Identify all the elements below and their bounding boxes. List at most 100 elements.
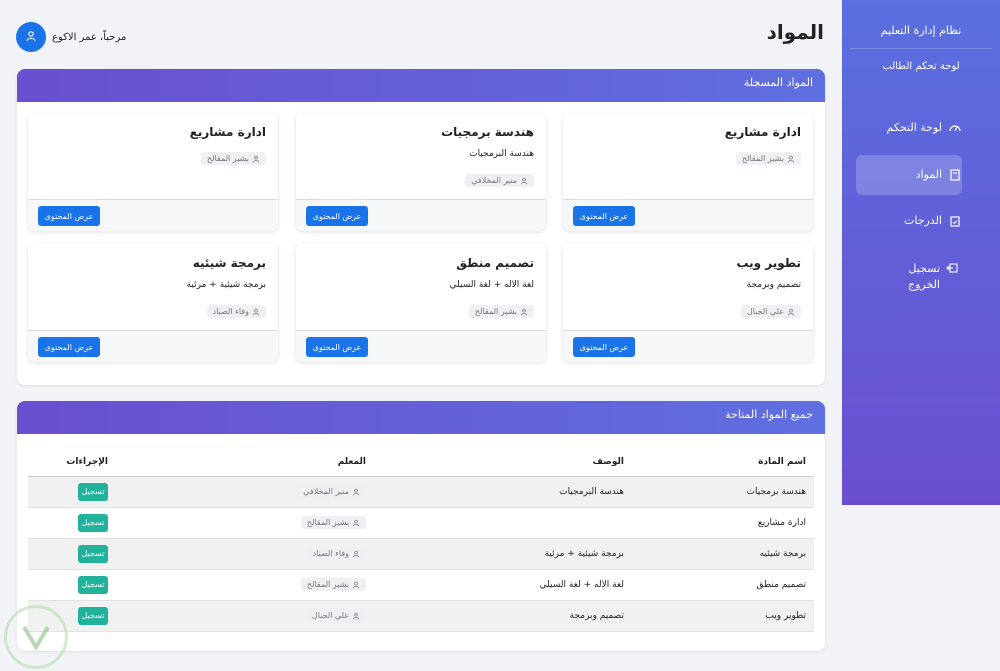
user-icon bbox=[517, 307, 528, 316]
actions-cell: تسجيل bbox=[28, 507, 116, 539]
user-icon bbox=[25, 30, 37, 45]
table-row: ادارة مشاريع بشير المقالح تسجيل bbox=[28, 507, 814, 539]
table-row: برمجة شيئيه برمجة شيئية + مرئية وفاء الصيا… bbox=[28, 538, 814, 570]
user-greeting: مرحباً، عمر الاكوع bbox=[16, 22, 126, 52]
column-header: المعلم bbox=[116, 448, 374, 477]
teacher-name: علي الجبال bbox=[311, 611, 349, 620]
teacher-badge: وفاء الصياد bbox=[206, 305, 266, 318]
teacher-badge: بشير المقالح bbox=[200, 152, 266, 165]
teacher-name: بشير المقالح bbox=[474, 307, 517, 316]
subject-name: تصميم منطق bbox=[632, 569, 814, 601]
view-content-button[interactable]: عرض المحتوى bbox=[573, 337, 635, 357]
view-content-button[interactable]: عرض المحتوى bbox=[306, 206, 368, 226]
sidebar-item-label: الدرجات bbox=[903, 214, 942, 227]
subject-card: هندسة برمجيات هندسة البرمجيات منير المخلاف… bbox=[296, 113, 546, 231]
card-description: برمجة شيئية + مرئية bbox=[186, 280, 266, 290]
teacher-name: منير المخلافي bbox=[471, 176, 517, 185]
table-row: تطوير ويب تصميم وبرمجة علي الجبال تسجيل bbox=[28, 600, 814, 632]
teacher-badge: بشير المقالح bbox=[468, 305, 534, 318]
user-icon bbox=[349, 518, 360, 527]
avatar[interactable] bbox=[16, 22, 46, 52]
view-content-button[interactable]: عرض المحتوى bbox=[38, 206, 100, 226]
teacher-name: بشير المقالح bbox=[306, 518, 349, 527]
registered-subjects-panel: المواد المسجلة ادارة مشاريع بشير المقالح ع… bbox=[17, 69, 825, 385]
subject-description: هندسة البرمجيات bbox=[374, 476, 632, 508]
register-button[interactable]: تسجيل bbox=[78, 544, 108, 563]
column-header: الوصف bbox=[374, 448, 632, 477]
actions-cell: تسجيل bbox=[28, 538, 116, 570]
teacher-name: بشير المقالح bbox=[306, 580, 349, 589]
card-footer: عرض المحتوى bbox=[563, 199, 813, 231]
user-icon bbox=[349, 487, 360, 496]
card-footer: عرض المحتوى bbox=[28, 199, 278, 231]
card-title: ادارة مشاريع bbox=[189, 125, 266, 139]
sidebar-item-label: لوحة التحكم bbox=[886, 121, 942, 134]
teacher-cell: بشير المقالح bbox=[116, 507, 374, 539]
available-subjects-panel: جميع المواد المتاحة اسم المادة الوصف الم… bbox=[17, 401, 825, 651]
subject-name: هندسة برمجيات bbox=[632, 476, 814, 508]
subject-description: لغة الاله + لغة السيلي bbox=[374, 569, 632, 601]
user-icon bbox=[349, 580, 360, 589]
card-title: ادارة مشاريع bbox=[724, 125, 801, 139]
user-icon bbox=[784, 307, 795, 316]
register-button[interactable]: تسجيل bbox=[78, 575, 108, 594]
teacher-badge: منير المخلافي bbox=[465, 174, 534, 187]
table-header-row: اسم المادة الوصف المعلم الإجراءات bbox=[28, 448, 814, 477]
user-icon bbox=[249, 154, 260, 163]
sidebar-item-subjects[interactable]: المواد bbox=[856, 168, 962, 182]
view-content-button[interactable]: عرض المحتوى bbox=[573, 206, 635, 226]
teacher-badge: وفاء الصياد bbox=[306, 547, 366, 560]
subject-card: برمجة شيئيه برمجة شيئية + مرئية وفاء الصيا… bbox=[28, 244, 278, 362]
subject-name: برمجة شيئيه bbox=[632, 538, 814, 570]
subjects-table: اسم المادة الوصف المعلم الإجراءات هندسة … bbox=[28, 448, 814, 632]
teacher-cell: علي الجبال bbox=[116, 600, 374, 632]
view-content-button[interactable]: عرض المحتوى bbox=[306, 337, 368, 357]
logout-icon bbox=[946, 261, 958, 275]
user-icon bbox=[517, 176, 528, 185]
teacher-name: بشير المقالح bbox=[741, 154, 784, 163]
greeting-text: مرحباً، عمر الاكوع bbox=[52, 31, 127, 43]
teacher-name: وفاء الصياد bbox=[312, 549, 349, 558]
teacher-badge: بشير المقالح bbox=[300, 516, 366, 529]
subject-card: تصميم منطق لغة الاله + لغة السيلي بشير الم… bbox=[296, 244, 546, 362]
view-content-button[interactable]: عرض المحتوى bbox=[38, 337, 100, 357]
actions-cell: تسجيل bbox=[28, 569, 116, 601]
teacher-badge: منير المخلافي bbox=[297, 485, 366, 498]
sidebar-item-label: تسجيل الخروج bbox=[908, 262, 940, 291]
subject-name: ادارة مشاريع bbox=[632, 507, 814, 539]
teacher-name: علي الجبال bbox=[746, 307, 784, 316]
card-title: برمجة شيئيه bbox=[192, 256, 266, 270]
sidebar-item-grades[interactable]: الدرجات bbox=[856, 214, 962, 228]
subject-name: تطوير ويب bbox=[632, 600, 814, 632]
register-button[interactable]: تسجيل bbox=[78, 606, 108, 625]
card-footer: عرض المحتوى bbox=[563, 330, 813, 362]
sidebar-item-label: المواد bbox=[915, 168, 942, 181]
dashboard-gauge-icon bbox=[948, 121, 962, 135]
teacher-badge: بشير المقالح bbox=[300, 578, 366, 591]
subject-description: تصميم وبرمجة bbox=[374, 600, 632, 632]
sidebar-item-logout[interactable]: تسجيل الخروج bbox=[888, 261, 958, 293]
column-header: اسم المادة bbox=[632, 448, 814, 477]
subject-card: تطوير ويب تصميم وبرمجة علي الجبال عرض المحت… bbox=[563, 244, 813, 362]
teacher-cell: وفاء الصياد bbox=[116, 538, 374, 570]
user-icon bbox=[349, 549, 360, 558]
page-title: المواد bbox=[766, 20, 824, 44]
card-footer: عرض المحتوى bbox=[296, 330, 546, 362]
card-description: تصميم وبرمجة bbox=[746, 280, 801, 290]
register-button[interactable]: تسجيل bbox=[78, 482, 108, 501]
user-icon bbox=[349, 611, 360, 620]
card-title: هندسة برمجيات bbox=[441, 125, 534, 139]
subject-description bbox=[374, 507, 632, 539]
register-button[interactable]: تسجيل bbox=[78, 513, 108, 532]
teacher-badge: علي الجبال bbox=[740, 305, 801, 318]
sidebar-item-dashboard[interactable]: لوحة التحكم bbox=[856, 121, 962, 135]
actions-cell: تسجيل bbox=[28, 476, 116, 508]
panel-heading: جميع المواد المتاحة bbox=[17, 401, 825, 434]
card-footer: عرض المحتوى bbox=[296, 199, 546, 231]
subject-card: ادارة مشاريع بشير المقالح عرض المحتوى bbox=[28, 113, 278, 231]
teacher-name: منير المخلافي bbox=[303, 487, 349, 496]
book-icon bbox=[948, 168, 962, 182]
panel-heading: المواد المسجلة bbox=[17, 69, 825, 102]
teacher-cell: بشير المقالح bbox=[116, 569, 374, 601]
table-row: تصميم منطق لغة الاله + لغة السيلي بشير الم… bbox=[28, 569, 814, 601]
